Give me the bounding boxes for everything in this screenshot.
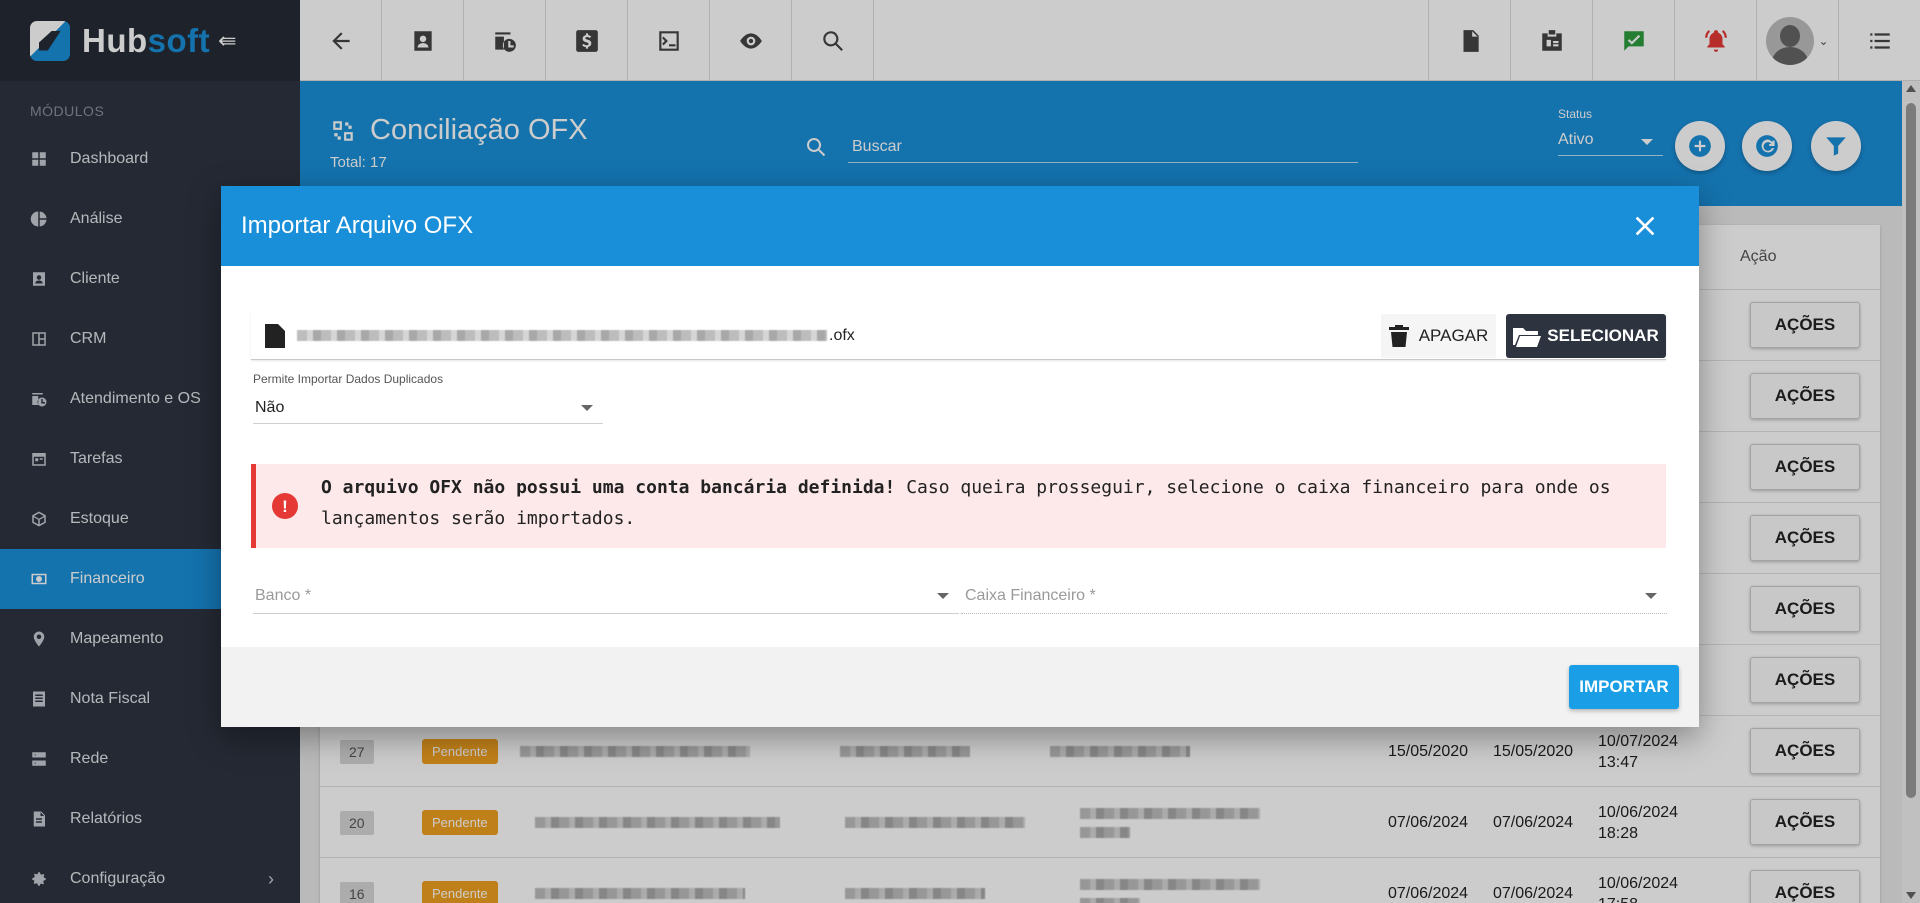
allow-duplicates-select[interactable]: Permite Importar Dados Duplicados Não <box>253 372 603 424</box>
file-icon <box>265 323 285 348</box>
import-button[interactable]: IMPORTAR <box>1569 665 1679 709</box>
delete-file-button[interactable]: APAGAR <box>1381 314 1496 358</box>
dialog-title: Importar Arquivo OFX <box>241 212 474 239</box>
import-ofx-dialog: Importar Arquivo OFX .ofx APAGAR SELECIO… <box>221 186 1699 727</box>
file-name: .ofx <box>297 327 855 345</box>
allow-duplicates-value-row: Não <box>253 392 603 424</box>
allow-duplicates-label: Permite Importar Dados Duplicados <box>253 372 444 386</box>
alert-title: O arquivo OFX não possui uma conta bancá… <box>321 477 896 498</box>
caret-down-icon <box>937 592 949 599</box>
trash-icon <box>1388 325 1409 347</box>
select-file-button[interactable]: SELECIONAR <box>1506 314 1666 358</box>
dialog-header: Importar Arquivo OFX <box>221 186 1699 266</box>
cash-account-select-label: Caixa Financeiro * <box>965 586 1096 604</box>
redacted-filename <box>297 330 827 341</box>
caret-down-icon <box>581 404 593 411</box>
folder-open-icon <box>1513 328 1542 347</box>
dialog-footer: IMPORTAR <box>221 647 1699 727</box>
bank-select-label: Banco * <box>255 586 312 604</box>
close-icon <box>1635 216 1655 236</box>
allow-duplicates-value: Não <box>255 398 285 416</box>
file-input[interactable]: .ofx APAGAR SELECIONAR <box>251 312 1666 360</box>
close-button[interactable] <box>1629 210 1661 242</box>
bank-select[interactable]: Banco * <box>253 578 959 614</box>
cash-account-select[interactable]: Caixa Financeiro * <box>961 578 1667 614</box>
caret-down-icon <box>1645 592 1657 599</box>
warning-alert: ! O arquivo OFX não possui uma conta ban… <box>251 464 1666 548</box>
error-icon: ! <box>272 493 298 519</box>
